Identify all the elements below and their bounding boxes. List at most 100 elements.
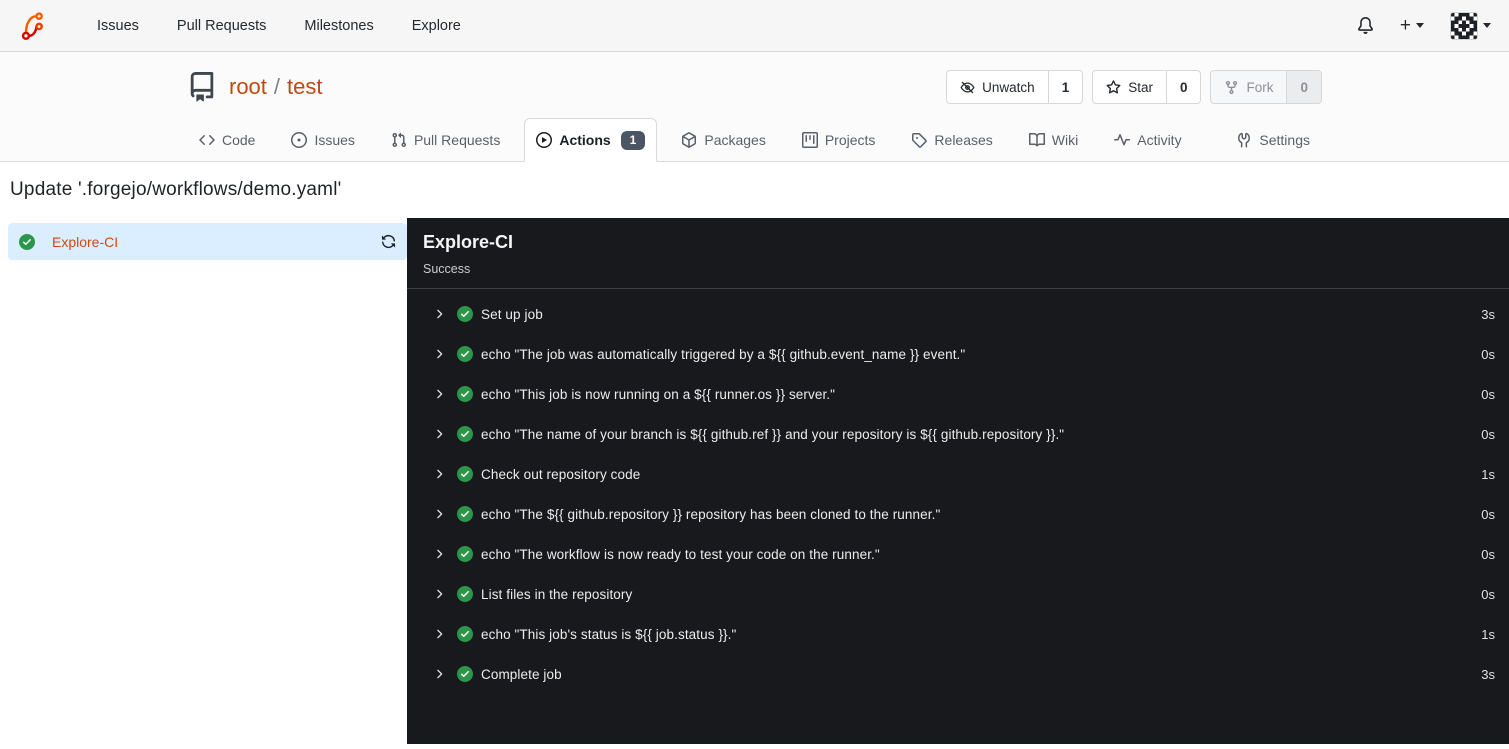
success-check-icon bbox=[457, 466, 473, 482]
watch-count[interactable]: 1 bbox=[1047, 71, 1083, 103]
forgejo-logo-icon[interactable] bbox=[18, 11, 48, 41]
step-row[interactable]: echo "The name of your branch is ${{ git… bbox=[407, 414, 1509, 454]
star-button[interactable]: Star 0 bbox=[1092, 70, 1202, 104]
user-menu-dropdown[interactable] bbox=[1450, 11, 1491, 40]
fork-icon bbox=[1224, 80, 1239, 95]
tab-packages[interactable]: Packages bbox=[669, 118, 777, 161]
fork-button: Fork 0 bbox=[1210, 70, 1322, 104]
step-name: Check out repository code bbox=[481, 466, 641, 482]
success-check-icon bbox=[457, 346, 473, 362]
step-name: Set up job bbox=[481, 306, 543, 322]
step-duration: 0s bbox=[1481, 426, 1495, 442]
job-name: Explore-CI bbox=[52, 233, 119, 250]
step-duration: 0s bbox=[1481, 546, 1495, 562]
tab-wiki[interactable]: Wiki bbox=[1017, 118, 1090, 161]
pulse-icon bbox=[1114, 132, 1131, 148]
chevron-right-icon[interactable] bbox=[432, 587, 446, 601]
jobs-sidebar: Explore-CI bbox=[0, 218, 407, 744]
main-nav: Issues Pull Requests Milestones Explore bbox=[78, 12, 480, 40]
star-icon bbox=[1106, 79, 1121, 95]
chevron-right-icon[interactable] bbox=[432, 427, 446, 441]
refresh-icon[interactable] bbox=[381, 234, 396, 249]
tag-icon bbox=[911, 132, 928, 148]
tab-settings[interactable]: Settings bbox=[1224, 118, 1322, 161]
job-log-header: Explore-CI Success bbox=[407, 218, 1509, 289]
tab-projects[interactable]: Projects bbox=[790, 118, 888, 161]
tab-label: Packages bbox=[704, 131, 766, 148]
step-name: echo "The name of your branch is ${{ git… bbox=[481, 426, 1065, 442]
create-new-dropdown[interactable]: + bbox=[1400, 16, 1424, 35]
repo-owner-link[interactable]: root bbox=[229, 74, 267, 100]
avatar bbox=[1450, 11, 1478, 40]
step-name: List files in the repository bbox=[481, 586, 633, 602]
tab-code[interactable]: Code bbox=[187, 118, 267, 161]
tab-label: Actions bbox=[559, 132, 611, 148]
step-row[interactable]: echo "The ${{ github.repository }} repos… bbox=[407, 494, 1509, 534]
notifications-bell-icon[interactable] bbox=[1357, 17, 1374, 34]
star-count[interactable]: 0 bbox=[1165, 71, 1201, 103]
tab-label: Activity bbox=[1137, 131, 1182, 148]
star-label: Star bbox=[1128, 79, 1153, 95]
chevron-right-icon[interactable] bbox=[432, 667, 446, 681]
step-duration: 1s bbox=[1481, 626, 1495, 642]
tab-actions[interactable]: Actions 1 bbox=[524, 118, 658, 162]
step-duration: 0s bbox=[1481, 506, 1495, 522]
book-icon bbox=[1028, 132, 1045, 148]
tab-issues[interactable]: Issues bbox=[279, 118, 366, 161]
topnav-right: + bbox=[1357, 11, 1491, 40]
step-name: echo "The job was automatically triggere… bbox=[481, 346, 966, 362]
nav-explore[interactable]: Explore bbox=[393, 12, 480, 40]
fork-label: Fork bbox=[1246, 79, 1274, 95]
repository-icon bbox=[187, 72, 217, 102]
step-row[interactable]: echo "The job was automatically triggere… bbox=[407, 334, 1509, 374]
chevron-right-icon[interactable] bbox=[432, 507, 446, 521]
tab-activity[interactable]: Activity bbox=[1102, 118, 1193, 161]
top-navigation: Issues Pull Requests Milestones Explore … bbox=[0, 0, 1509, 52]
package-icon bbox=[681, 131, 697, 148]
nav-pull-requests[interactable]: Pull Requests bbox=[158, 12, 285, 40]
play-circle-icon bbox=[536, 132, 553, 148]
chevron-right-icon[interactable] bbox=[432, 467, 446, 481]
unwatch-button[interactable]: Unwatch 1 bbox=[946, 70, 1084, 104]
step-duration: 3s bbox=[1481, 306, 1495, 322]
tab-label: Wiki bbox=[1051, 131, 1079, 148]
chevron-right-icon[interactable] bbox=[432, 347, 446, 361]
success-check-icon bbox=[457, 626, 473, 642]
step-row[interactable]: echo "This job's status is ${{ job.statu… bbox=[407, 614, 1509, 654]
success-check-icon bbox=[457, 546, 473, 562]
nav-issues[interactable]: Issues bbox=[78, 12, 158, 40]
tab-label: Projects bbox=[824, 131, 876, 148]
repo-action-buttons: Unwatch 1 Star 0 Fork 0 bbox=[946, 70, 1322, 104]
success-check-icon bbox=[457, 506, 473, 522]
unwatch-label: Unwatch bbox=[982, 79, 1035, 95]
fork-count: 0 bbox=[1286, 71, 1321, 103]
code-icon bbox=[199, 132, 215, 148]
step-row[interactable]: Set up job 3s bbox=[407, 294, 1509, 334]
job-status-text: Success bbox=[423, 262, 471, 276]
chevron-down-icon bbox=[1483, 23, 1491, 28]
step-name: echo "This job is now running on a ${{ r… bbox=[481, 386, 836, 402]
chevron-right-icon[interactable] bbox=[432, 307, 446, 321]
plus-icon: + bbox=[1399, 15, 1411, 36]
success-check-icon bbox=[457, 386, 473, 402]
step-row[interactable]: Complete job 3s bbox=[407, 654, 1509, 694]
repo-name-link[interactable]: test bbox=[287, 74, 322, 100]
step-row[interactable]: echo "The workflow is now ready to test … bbox=[407, 534, 1509, 574]
repo-tabbar: Code Issues Pull Requests Actions 1 Pack… bbox=[187, 118, 1322, 162]
step-row[interactable]: List files in the repository 0s bbox=[407, 574, 1509, 614]
nav-milestones[interactable]: Milestones bbox=[285, 12, 392, 40]
job-log-panel: Explore-CI Success Set up job 3s echo "T… bbox=[407, 218, 1509, 744]
tab-releases[interactable]: Releases bbox=[899, 118, 1004, 161]
success-check-icon bbox=[457, 306, 473, 322]
actions-count-badge: 1 bbox=[620, 130, 646, 150]
success-check-icon bbox=[457, 426, 473, 442]
step-row[interactable]: Check out repository code 1s bbox=[407, 454, 1509, 494]
chevron-right-icon[interactable] bbox=[432, 387, 446, 401]
tab-label: Code bbox=[222, 131, 256, 148]
step-duration: 0s bbox=[1481, 586, 1495, 602]
tab-pull-requests[interactable]: Pull Requests bbox=[379, 118, 512, 161]
job-item-explore-ci[interactable]: Explore-CI bbox=[8, 223, 407, 260]
chevron-right-icon[interactable] bbox=[432, 547, 446, 561]
chevron-right-icon[interactable] bbox=[432, 627, 446, 641]
step-row[interactable]: echo "This job is now running on a ${{ r… bbox=[407, 374, 1509, 414]
